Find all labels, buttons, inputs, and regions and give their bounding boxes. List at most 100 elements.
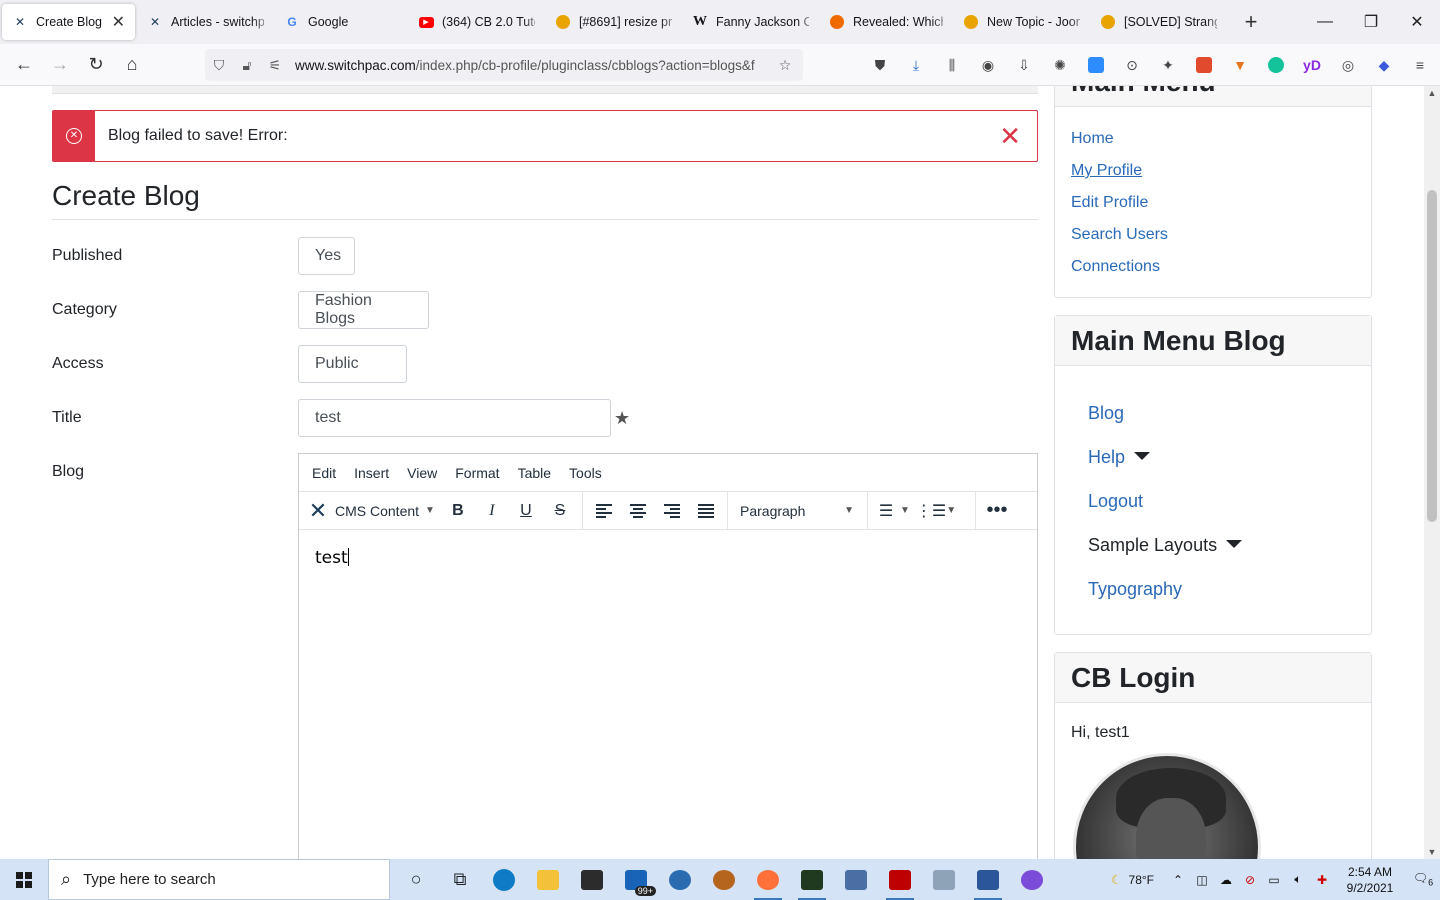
edge-icon[interactable]	[482, 859, 526, 900]
chevron-down-icon[interactable]: ▼	[946, 505, 956, 516]
avatar[interactable]	[1073, 753, 1261, 859]
app-icon[interactable]	[922, 859, 966, 900]
close-tab-icon[interactable]: ✕	[104, 12, 125, 32]
extension-gamepad-icon[interactable]: ✦	[1150, 50, 1186, 80]
url-text[interactable]: www.switchpac.com/index.php/cb-profile/p…	[295, 58, 771, 73]
menu-link-edit-profile[interactable]: Edit Profile	[1071, 194, 1148, 212]
bold-button[interactable]: B	[441, 496, 475, 526]
tab-create-blog[interactable]: ✕ Create Blog ✕	[2, 4, 135, 40]
tab-google[interactable]: G Google	[274, 0, 408, 44]
tab-youtube[interactable]: ▶ (364) CB 2.0 Tutorial	[408, 0, 545, 44]
url-bar[interactable]: ⛉ 🔓︎ ⚟ www.switchpac.com/index.php/cb-pr…	[205, 49, 803, 81]
chevron-down-icon[interactable]: ▼	[900, 505, 910, 516]
menu-icon[interactable]: ≡	[1402, 50, 1438, 80]
close-window-icon[interactable]: ✕	[1394, 0, 1440, 44]
notifications-icon[interactable]: 🗨︎6	[1406, 871, 1440, 887]
pdf-extension-icon[interactable]	[1186, 50, 1222, 80]
word-icon[interactable]	[966, 859, 1010, 900]
vpn-extension-icon[interactable]: ◆	[1366, 50, 1402, 80]
yd-extension-icon[interactable]: yD	[1294, 50, 1330, 80]
align-left-icon[interactable]	[587, 496, 621, 526]
italic-button[interactable]: I	[475, 496, 509, 526]
app-tray-icon[interactable]: ✚	[1310, 873, 1334, 887]
video-downloader-icon[interactable]: ⊙	[1114, 50, 1150, 80]
app-icon[interactable]	[658, 859, 702, 900]
shield-icon[interactable]: ⛉	[205, 57, 233, 74]
tab-solved[interactable]: [SOLVED] Strange	[1090, 0, 1227, 44]
task-view-icon[interactable]: ⧉	[438, 859, 482, 900]
cortana-icon[interactable]: ○	[394, 859, 438, 900]
menu-link-connections[interactable]: Connections	[1071, 258, 1160, 276]
tab-new-topic[interactable]: New Topic - Joomla	[953, 0, 1090, 44]
mail-icon[interactable]: 99+	[614, 859, 658, 900]
strikethrough-button[interactable]: S	[543, 496, 577, 526]
download-helper-icon[interactable]: ⇩	[1006, 50, 1042, 80]
menu-tools[interactable]: Tools	[560, 465, 611, 481]
clock[interactable]: 2:54 AM 9/2/2021	[1334, 864, 1406, 896]
scroll-down-icon[interactable]: ▼	[1424, 847, 1440, 857]
network-icon[interactable]: ▭	[1262, 873, 1286, 887]
weather-temp[interactable]: 78°F	[1129, 873, 1154, 887]
forward-icon[interactable]: →	[42, 49, 78, 81]
menu-link-blog[interactable]: Blog	[1088, 403, 1124, 424]
grammar-extension-icon[interactable]	[1258, 50, 1294, 80]
filezilla-icon[interactable]	[878, 859, 922, 900]
start-button[interactable]	[0, 859, 48, 900]
underline-button[interactable]: U	[509, 496, 543, 526]
volume-icon[interactable]: 🔈︎	[1286, 872, 1310, 887]
align-right-icon[interactable]	[655, 496, 689, 526]
tab-articles[interactable]: ✕ Articles - switchpac	[137, 0, 274, 44]
block-format-select[interactable]: Paragraph ▼	[732, 503, 862, 519]
bullet-list-icon[interactable]: ☰	[872, 496, 900, 526]
weather-icon[interactable]: ☾	[1105, 873, 1129, 887]
menu-view[interactable]: View	[398, 465, 446, 481]
metamask-icon[interactable]: ▼	[1222, 50, 1258, 80]
menu-link-help[interactable]: Help	[1088, 447, 1151, 468]
chevron-up-icon[interactable]: ⌃	[1166, 873, 1190, 887]
permissions-icon[interactable]: ⚟	[261, 57, 289, 74]
terminal-icon[interactable]	[790, 859, 834, 900]
menu-insert[interactable]: Insert	[345, 465, 398, 481]
library-icon[interactable]: ⫼	[934, 50, 970, 80]
tab-revealed[interactable]: Revealed: Which	[819, 0, 953, 44]
menu-link-sample-layouts[interactable]: Sample Layouts	[1088, 535, 1243, 556]
editor-content[interactable]: test	[299, 530, 1037, 586]
cms-content-button[interactable]: ✕ CMS Content ▼	[303, 496, 441, 526]
more-options-icon[interactable]: •••	[980, 496, 1014, 526]
taskbar-search[interactable]: ⌕ Type here to search	[48, 859, 390, 900]
pocket-icon[interactable]: ⛊	[862, 50, 898, 80]
title-input[interactable]: test	[298, 399, 611, 437]
store-icon[interactable]	[570, 859, 614, 900]
reload-icon[interactable]: ↻	[78, 49, 114, 81]
meet-icon[interactable]: ◫	[1190, 873, 1214, 887]
menu-table[interactable]: Table	[509, 465, 560, 481]
minimize-icon[interactable]: —	[1302, 0, 1348, 44]
firefox-icon[interactable]	[746, 859, 790, 900]
menu-link-logout[interactable]: Logout	[1088, 491, 1143, 512]
page-scrollbar[interactable]: ▲ ▼	[1424, 86, 1440, 859]
align-center-icon[interactable]	[621, 496, 655, 526]
back-icon[interactable]: ←	[6, 49, 42, 81]
zoom-extension-icon[interactable]	[1078, 50, 1114, 80]
tab-resize-profile[interactable]: [#8691] resize profile	[545, 0, 682, 44]
github-icon[interactable]: ◎	[1330, 50, 1366, 80]
menu-edit[interactable]: Edit	[303, 465, 345, 481]
bookmark-star-icon[interactable]: ☆	[771, 57, 799, 74]
menu-link-my-profile[interactable]: My Profile	[1071, 162, 1142, 180]
tab-wikipedia[interactable]: W Fanny Jackson Coppin	[682, 0, 819, 44]
new-tab-button[interactable]: +	[1233, 4, 1269, 40]
maximize-icon[interactable]: ❐	[1348, 0, 1394, 44]
menu-link-home[interactable]: Home	[1071, 130, 1114, 148]
category-select[interactable]: Fashion Blogs	[298, 291, 429, 329]
access-select[interactable]: Public	[298, 345, 407, 383]
calculator-icon[interactable]	[834, 859, 878, 900]
onedrive-icon[interactable]: ☁	[1214, 873, 1238, 887]
downloads-icon[interactable]: ⤓	[898, 50, 934, 80]
home-icon[interactable]: ⌂	[114, 49, 150, 81]
align-justify-icon[interactable]	[689, 496, 723, 526]
app-icon[interactable]	[1010, 859, 1054, 900]
security-icon[interactable]: ⊘	[1238, 873, 1262, 887]
published-select[interactable]: Yes	[298, 237, 355, 275]
extension-globe-icon[interactable]: ✺	[1042, 50, 1078, 80]
scrollbar-thumb[interactable]	[1427, 190, 1437, 522]
